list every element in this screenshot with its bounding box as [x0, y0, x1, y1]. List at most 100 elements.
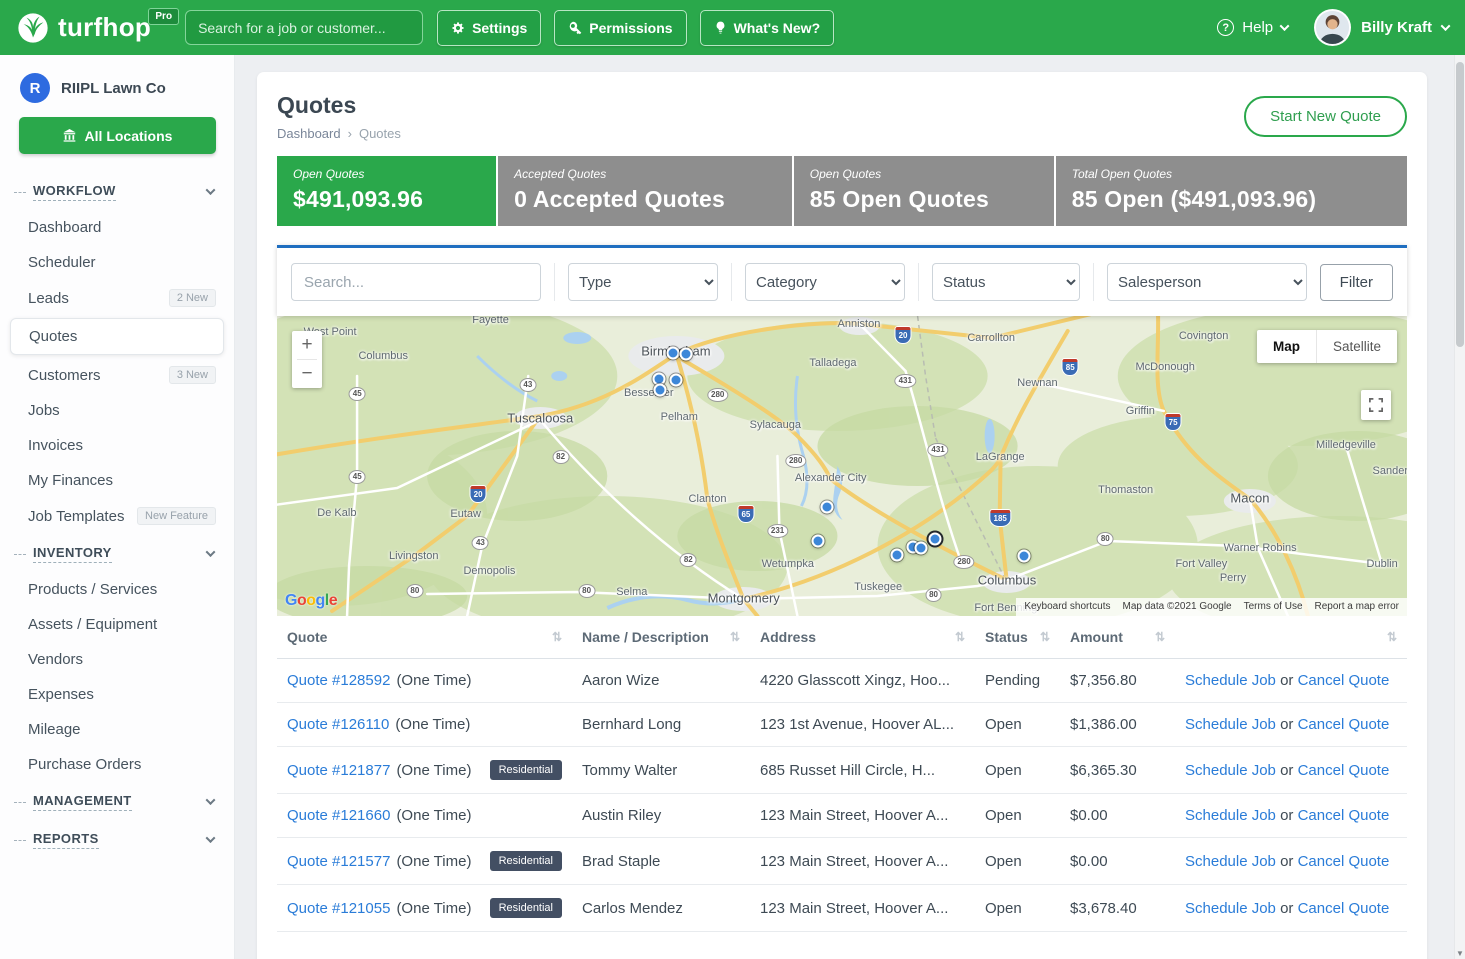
- sidebar-item-scheduler[interactable]: Scheduler: [0, 245, 234, 280]
- page-head: Quotes Dashboard › Quotes Start New Quot…: [277, 90, 1407, 141]
- map[interactable]: 2020857518565454543438282280280280431431…: [277, 316, 1407, 616]
- cancel-quote-link[interactable]: Cancel Quote: [1298, 900, 1390, 917]
- breadcrumb-separator: ›: [348, 126, 352, 141]
- sort-icon[interactable]: ⇅: [552, 630, 562, 644]
- schedule-job-link[interactable]: Schedule Job: [1185, 672, 1276, 689]
- terms-of-use-link[interactable]: Terms of Use: [1244, 601, 1303, 612]
- brand-logo[interactable]: turfhop Pro: [16, 11, 151, 45]
- or-text: or: [1280, 762, 1293, 779]
- whats-new-button[interactable]: What's New?: [700, 10, 835, 46]
- schedule-job-link[interactable]: Schedule Job: [1185, 716, 1276, 733]
- sidebar-section-reports[interactable]: REPORTS: [0, 820, 234, 858]
- map-quote-marker[interactable]: [891, 549, 904, 562]
- user-menu[interactable]: Billy Kraft: [1314, 9, 1449, 46]
- help-menu[interactable]: ? Help: [1217, 19, 1288, 36]
- sort-icon[interactable]: ⇅: [1155, 630, 1165, 644]
- cancel-quote-link[interactable]: Cancel Quote: [1298, 716, 1390, 733]
- quote-link[interactable]: Quote #126110: [287, 716, 389, 733]
- map-city-label: Griffin: [1126, 405, 1155, 417]
- salesperson-filter-select[interactable]: Salesperson: [1107, 263, 1307, 301]
- sidebar-section-inventory[interactable]: INVENTORY: [0, 534, 234, 572]
- sidebar-item-vendors[interactable]: Vendors: [0, 642, 234, 677]
- quote-link[interactable]: Quote #121877: [287, 762, 390, 779]
- sort-icon[interactable]: ⇅: [730, 630, 740, 644]
- breadcrumb-dashboard-link[interactable]: Dashboard: [277, 126, 341, 141]
- filter-button[interactable]: Filter: [1320, 264, 1393, 301]
- report-map-error-link[interactable]: Report a map error: [1315, 601, 1399, 612]
- map-quote-marker[interactable]: [821, 501, 834, 514]
- quote-link[interactable]: Quote #121660: [287, 807, 390, 824]
- amount: $6,365.30: [1060, 747, 1175, 794]
- sidebar-item-invoices[interactable]: Invoices: [0, 428, 234, 463]
- map-quote-marker[interactable]: [666, 346, 679, 359]
- map-quote-marker[interactable]: [680, 348, 693, 361]
- keyboard-shortcuts-link[interactable]: Keyboard shortcuts: [1024, 601, 1110, 612]
- sidebar-item-mileage[interactable]: Mileage: [0, 712, 234, 747]
- map-zoom-in-button[interactable]: +: [292, 331, 322, 359]
- start-new-quote-button[interactable]: Start New Quote: [1244, 96, 1407, 137]
- quotes-search-input[interactable]: [291, 263, 541, 301]
- category-filter-select[interactable]: Category: [745, 263, 905, 301]
- sidebar-section-workflow[interactable]: WORKFLOW: [0, 172, 234, 210]
- sidebar-item-leads[interactable]: Leads2 New: [0, 280, 234, 316]
- map-zoom-out-button[interactable]: −: [292, 360, 322, 388]
- company-row[interactable]: R RIIPL Lawn Co: [0, 71, 234, 117]
- highway-shield: 185: [991, 510, 1010, 526]
- sort-icon[interactable]: ⇅: [955, 630, 965, 644]
- section-title: REPORTS: [33, 831, 99, 849]
- type-filter-select[interactable]: Type: [568, 263, 718, 301]
- map-type-map-button[interactable]: Map: [1257, 330, 1316, 363]
- cancel-quote-link[interactable]: Cancel Quote: [1298, 762, 1390, 779]
- map-city-label: Milledgeville: [1316, 439, 1376, 451]
- map-quote-marker[interactable]: [915, 541, 928, 554]
- page-scrollbar[interactable]: ▼: [1454, 55, 1465, 959]
- sort-icon[interactable]: ⇅: [1387, 630, 1397, 644]
- amount: $7,356.80: [1060, 659, 1175, 703]
- cancel-quote-link[interactable]: Cancel Quote: [1298, 672, 1390, 689]
- map-quote-marker[interactable]: [812, 535, 825, 548]
- turfhop-logo-icon: [16, 11, 50, 45]
- scrollbar-down-arrow[interactable]: ▼: [1455, 949, 1465, 958]
- stat-value: 0 Accepted Quotes: [514, 186, 776, 213]
- quote-link[interactable]: Quote #121055: [287, 900, 390, 917]
- sidebar-item-purchase-orders[interactable]: Purchase Orders: [0, 747, 234, 782]
- sort-icon[interactable]: ⇅: [1040, 630, 1050, 644]
- sidebar-item-dashboard[interactable]: Dashboard: [0, 210, 234, 245]
- sidebar-item-label: Dashboard: [28, 219, 101, 236]
- sidebar-section-management[interactable]: MANAGEMENT: [0, 782, 234, 820]
- status-filter-select[interactable]: Status: [932, 263, 1080, 301]
- sidebar-item-expenses[interactable]: Expenses: [0, 677, 234, 712]
- customer-name: Carlos Mendez: [572, 885, 750, 932]
- google-logo[interactable]: Google: [285, 592, 337, 610]
- schedule-job-link[interactable]: Schedule Job: [1185, 762, 1276, 779]
- global-search-input[interactable]: [185, 10, 423, 45]
- scrollbar-thumb[interactable]: [1456, 62, 1464, 347]
- table-row: Quote #121055(One Time)Residential Carlo…: [277, 885, 1407, 932]
- cancel-quote-link[interactable]: Cancel Quote: [1298, 807, 1390, 824]
- map-type-satellite-button[interactable]: Satellite: [1316, 330, 1397, 363]
- sidebar-item-job-templates[interactable]: Job TemplatesNew Feature: [0, 498, 234, 534]
- quote-link[interactable]: Quote #128592: [287, 672, 390, 689]
- quote-link[interactable]: Quote #121577: [287, 853, 390, 870]
- sidebar-item-quotes[interactable]: Quotes: [10, 318, 224, 355]
- highway-shield: 280: [707, 388, 728, 402]
- map-quote-marker[interactable]: [928, 532, 941, 545]
- map-fullscreen-button[interactable]: [1361, 390, 1391, 420]
- map-quote-marker[interactable]: [1017, 550, 1030, 563]
- sidebar-item-my-finances[interactable]: My Finances: [0, 463, 234, 498]
- sidebar-item-label: Invoices: [28, 437, 83, 454]
- schedule-job-link[interactable]: Schedule Job: [1185, 853, 1276, 870]
- schedule-job-link[interactable]: Schedule Job: [1185, 807, 1276, 824]
- sidebar-item-products-services[interactable]: Products / Services: [0, 572, 234, 607]
- all-locations-button[interactable]: All Locations: [19, 117, 216, 154]
- cancel-quote-link[interactable]: Cancel Quote: [1298, 853, 1390, 870]
- sidebar-item-customers[interactable]: Customers3 New: [0, 357, 234, 393]
- schedule-job-link[interactable]: Schedule Job: [1185, 900, 1276, 917]
- map-quote-marker[interactable]: [654, 384, 667, 397]
- whats-new-label: What's New?: [734, 20, 821, 36]
- settings-button[interactable]: Settings: [437, 10, 541, 46]
- map-quote-marker[interactable]: [669, 373, 682, 386]
- sidebar-item-assets-equipment[interactable]: Assets / Equipment: [0, 607, 234, 642]
- sidebar-item-jobs[interactable]: Jobs: [0, 393, 234, 428]
- permissions-button[interactable]: Permissions: [554, 10, 686, 46]
